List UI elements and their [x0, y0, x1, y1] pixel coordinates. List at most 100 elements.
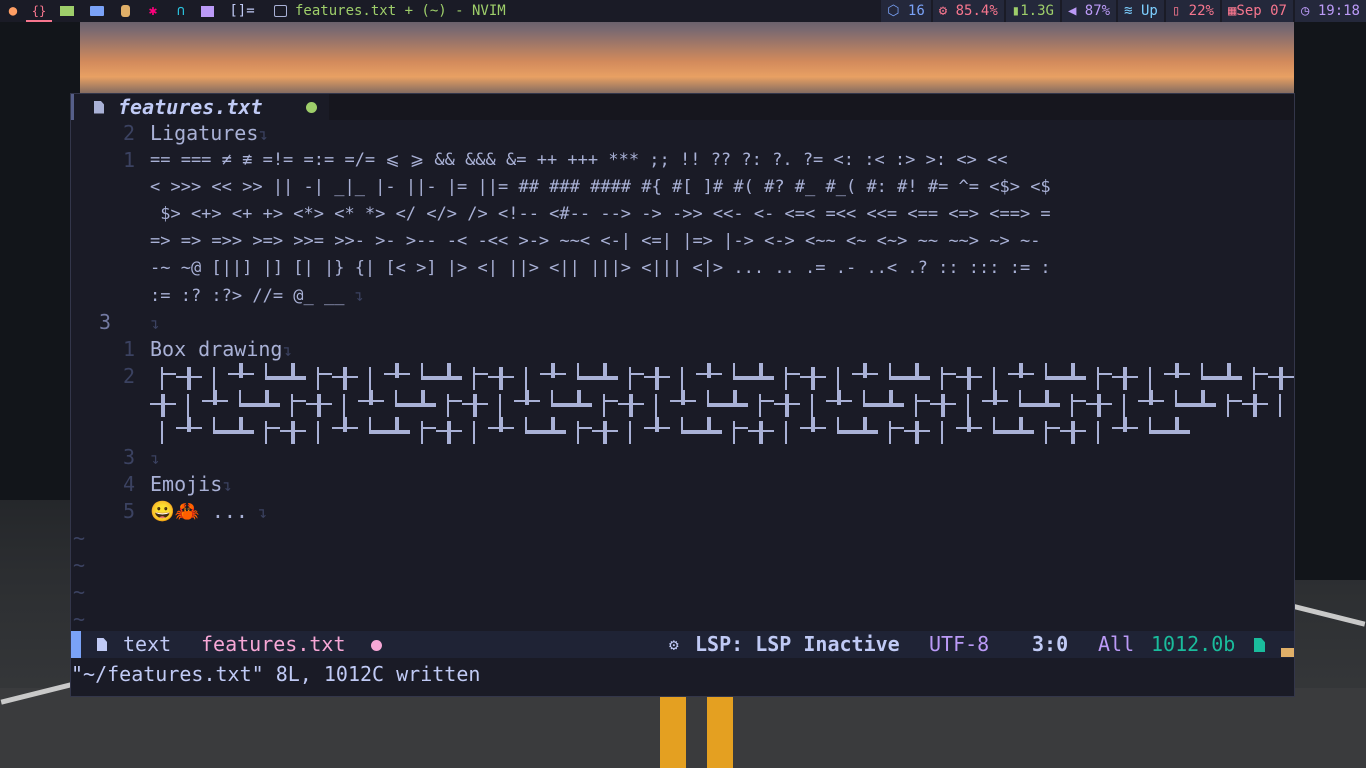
box-glyph — [436, 363, 462, 390]
clock-icon: ◷ — [1300, 3, 1318, 19]
box-glyph — [904, 363, 930, 390]
box-glyph — [176, 390, 202, 417]
buffer-tab[interactable]: features.txt — [71, 94, 329, 120]
box-glyph — [332, 390, 358, 417]
box-glyph — [514, 390, 540, 417]
database-icon[interactable] — [112, 0, 138, 22]
box-glyph — [904, 390, 930, 417]
box-drawing-row[interactable] — [150, 390, 1294, 417]
box-glyph — [410, 417, 436, 444]
image-icon[interactable] — [194, 0, 220, 22]
statusline: text features.txt ⚙ LSP: LSP Inactive UT… — [71, 631, 1294, 658]
volume-icon: ◀ — [1067, 3, 1085, 19]
box-glyph — [878, 363, 904, 390]
file-icon — [97, 638, 107, 651]
line-content: 😀🦀 ... — [150, 499, 248, 523]
empty-line-tilde: ~ — [73, 553, 86, 577]
clock-module[interactable]: ◷ 19:18 — [1294, 0, 1366, 22]
line-content: := :? :?> //= @_ __ — [150, 286, 345, 306]
line-text-wrap[interactable]: := :? :?> //= @_ __ ↴ — [150, 282, 364, 310]
box-glyph — [384, 417, 410, 444]
battery-module[interactable]: ▯ 22% — [1165, 0, 1220, 22]
line-text[interactable]: Emojis↴ — [150, 471, 232, 499]
box-glyph — [826, 417, 852, 444]
box-glyph — [436, 417, 462, 444]
box-glyph — [852, 363, 878, 390]
line-text-wrap[interactable]: => => =>> >=> >>= >>- >- >-- -< -<< >-> … — [150, 228, 1040, 255]
date-module[interactable]: ▦Sep 07 — [1221, 0, 1293, 22]
box-glyph — [150, 390, 176, 417]
road-line — [707, 688, 733, 768]
layout-indicator[interactable]: []= — [220, 0, 264, 22]
box-glyph — [1216, 390, 1242, 417]
box-glyph — [878, 390, 904, 417]
line-text[interactable]: Ligatures↴ — [150, 120, 268, 148]
newline-marker: ↴ — [282, 341, 293, 360]
memory-module[interactable]: ▮1.3G — [1005, 0, 1060, 22]
box-glyph — [1060, 390, 1086, 417]
volume-module[interactable]: ◀ 87% — [1061, 0, 1117, 22]
headphones-icon[interactable]: ∩ — [168, 0, 194, 22]
box-glyph — [228, 390, 254, 417]
empty-line-tilde: ~ — [73, 580, 86, 604]
box-glyph — [254, 363, 280, 390]
box-drawing-row[interactable] — [150, 417, 1190, 444]
battery-level: 22% — [1188, 3, 1214, 19]
box-drawing-row[interactable] — [150, 363, 1294, 390]
nvim-window[interactable]: features.txt 2 Ligatures↴ 1 == === ≠ ≢ =… — [70, 93, 1295, 697]
line-number: 2 — [122, 121, 135, 145]
window-title-text: features.txt + (~) - NVIM — [295, 3, 506, 19]
box-glyph — [1190, 363, 1216, 390]
box-glyph — [644, 390, 670, 417]
box-glyph — [774, 363, 800, 390]
box-glyph — [254, 417, 280, 444]
box-glyph — [488, 417, 514, 444]
editor-buffer[interactable]: 2 Ligatures↴ 1 == === ≠ ≢ =!= =:= =/= ⩽ … — [71, 120, 1294, 630]
line-text-wrap[interactable]: < >>> << >> || -| _|_ |- ||- |= ||= ## #… — [150, 174, 1051, 201]
line-text[interactable]: ↴ — [150, 309, 160, 337]
terminal-icon[interactable] — [52, 0, 82, 22]
file-size: 1012.0b — [1151, 632, 1236, 656]
box-glyph — [748, 417, 774, 444]
line-text[interactable]: == === ≠ ≢ =!= =:= =/= ⩽ ⩾ && &&& &= ++ … — [150, 147, 1008, 174]
updates-module[interactable]: ⬡ 16 — [881, 0, 931, 22]
box-glyph — [384, 363, 410, 390]
box-glyph — [1086, 417, 1112, 444]
firefox-icon[interactable]: ● — [0, 0, 26, 22]
box-glyph — [202, 363, 228, 390]
command-line[interactable]: "~/features.txt" 8L, 1012C written — [71, 659, 1294, 689]
tab-indicator — [71, 94, 74, 120]
cursor-block — [1281, 648, 1294, 657]
line-text-wrap[interactable]: $> <+> <+ +> <*> <* *> </ </> /> <!-- <#… — [150, 201, 1050, 228]
box-glyph — [514, 363, 540, 390]
cpu-usage: 85.4% — [955, 3, 998, 19]
box-glyph — [1138, 390, 1164, 417]
line-text[interactable]: 😀🦀 ... ↴ — [150, 498, 267, 526]
box-glyph — [514, 417, 540, 444]
box-glyph — [150, 363, 176, 390]
workspace-braces[interactable]: {} — [26, 0, 52, 22]
top-bar: ● {} ✱ ∩ []= features.txt + (~) - NVIM ⬡… — [0, 0, 1366, 22]
tabline: features.txt — [71, 94, 1294, 120]
box-glyph — [176, 417, 202, 444]
line-text[interactable]: Box drawing↴ — [150, 336, 292, 364]
box-glyph — [462, 417, 488, 444]
cpu-module[interactable]: ⚙ 85.4% — [932, 0, 1004, 22]
box-glyph — [488, 363, 514, 390]
line-text-wrap[interactable]: -~ ~@ [||] |] [| |} {| [< >] |> <| ||> <… — [150, 255, 1051, 282]
network-module[interactable]: ≋ Up — [1118, 0, 1164, 22]
box-glyph — [1242, 363, 1268, 390]
line-number: 1 — [122, 148, 135, 172]
gear-icon[interactable]: ✱ — [138, 0, 168, 22]
box-glyph — [852, 390, 878, 417]
modified-indicator-icon — [306, 102, 317, 113]
folder-icon[interactable] — [82, 0, 112, 22]
box-glyph — [930, 417, 956, 444]
line-content: Box drawing — [150, 337, 283, 361]
clock-text: 19:18 — [1317, 3, 1360, 19]
box-glyph — [696, 390, 722, 417]
box-glyph — [1138, 363, 1164, 390]
box-glyph — [358, 417, 384, 444]
status-modules: ⬡ 16 ⚙ 85.4% ▮1.3G ◀ 87% ≋ Up ▯ 22% ▦Sep… — [879, 0, 1366, 22]
line-text[interactable]: ↴ — [150, 444, 160, 472]
